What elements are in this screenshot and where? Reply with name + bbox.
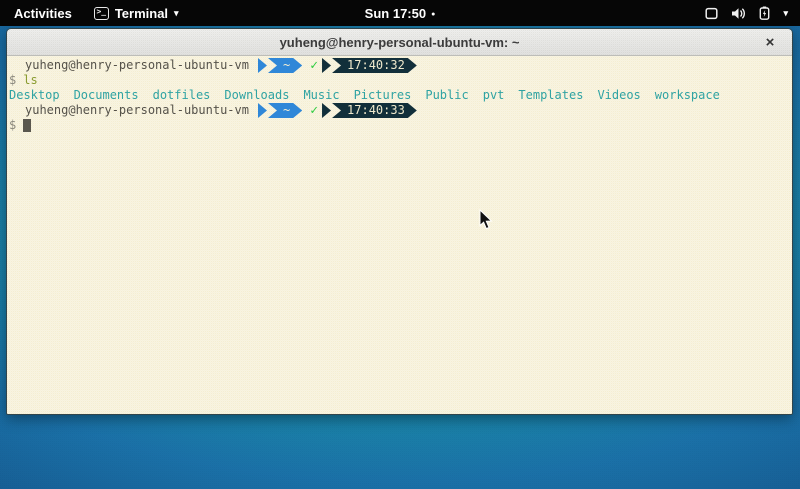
terminal-icon: >_ xyxy=(94,7,109,20)
prompt-cwd-segment: ~ xyxy=(268,103,302,118)
prompt-symbol: $ xyxy=(9,73,16,88)
terminal-content[interactable]: yuheng@henry-personal-ubuntu-vm ~ ✓ 17:4… xyxy=(7,56,792,414)
prompt-time-segment: 17:40:32 xyxy=(332,58,417,73)
app-menu-terminal[interactable]: >_ Terminal ▾ xyxy=(86,0,187,26)
top-bar: Activities >_ Terminal ▾ Sun 17:50 ● ▾ xyxy=(0,0,800,26)
prompt-user-host: yuheng@henry-personal-ubuntu-vm xyxy=(25,103,249,118)
directory-entry: Downloads xyxy=(224,88,289,103)
powerline-arrow-icon xyxy=(322,58,331,73)
input-line[interactable]: $ xyxy=(7,118,792,133)
notification-dot-icon: ● xyxy=(431,11,435,18)
system-tray[interactable]: ▾ xyxy=(693,0,800,26)
powerline-arrow-icon xyxy=(322,103,331,118)
clock-label: Sun 17:50 xyxy=(365,6,426,21)
prompt-user-host: yuheng@henry-personal-ubuntu-vm xyxy=(25,58,249,73)
status-check-icon: ✓ xyxy=(310,58,318,73)
status-check-icon: ✓ xyxy=(310,103,318,118)
directory-entry: workspace xyxy=(655,88,720,103)
directory-entry: Videos xyxy=(597,88,640,103)
display-icon xyxy=(705,7,718,20)
command-line: $ ls xyxy=(7,73,792,88)
prompt-line: yuheng@henry-personal-ubuntu-vm ~ ✓ 17:4… xyxy=(7,58,792,73)
directory-entry: Music xyxy=(303,88,339,103)
text-cursor xyxy=(23,119,31,132)
battery-charging-icon xyxy=(759,6,770,20)
chevron-down-icon: ▾ xyxy=(174,9,179,18)
window-titlebar[interactable]: yuheng@henry-personal-ubuntu-vm: ~ × xyxy=(7,29,792,56)
directory-entry: Desktop xyxy=(9,88,60,103)
window-title: yuheng@henry-personal-ubuntu-vm: ~ xyxy=(280,35,520,50)
ls-output-line: Desktop Documents dotfiles Downloads Mus… xyxy=(7,88,792,103)
powerline-arrow-icon xyxy=(258,103,267,118)
prompt-cwd-segment: ~ xyxy=(268,58,302,73)
activities-button[interactable]: Activities xyxy=(0,0,86,26)
directory-entry: dotfiles xyxy=(153,88,211,103)
directory-entry: Public xyxy=(425,88,468,103)
directory-entry: pvt xyxy=(483,88,505,103)
powerline-arrow-icon xyxy=(258,58,267,73)
volume-icon xyxy=(731,7,746,20)
prompt-line: yuheng@henry-personal-ubuntu-vm ~ ✓ 17:4… xyxy=(7,103,792,118)
prompt-symbol: $ xyxy=(9,118,16,133)
app-menu-label: Terminal xyxy=(115,6,168,21)
command-text: ls xyxy=(23,73,37,88)
activities-label: Activities xyxy=(14,6,72,21)
directory-entry: Documents xyxy=(74,88,139,103)
directory-entry: Pictures xyxy=(354,88,412,103)
directory-entry: Templates xyxy=(518,88,583,103)
prompt-time-segment: 17:40:33 xyxy=(332,103,417,118)
terminal-window: yuheng@henry-personal-ubuntu-vm: ~ × yuh… xyxy=(6,28,793,415)
clock-button[interactable]: Sun 17:50 ● xyxy=(355,0,446,26)
close-icon[interactable]: × xyxy=(761,33,779,51)
tray-chevron-down-icon: ▾ xyxy=(783,9,788,18)
